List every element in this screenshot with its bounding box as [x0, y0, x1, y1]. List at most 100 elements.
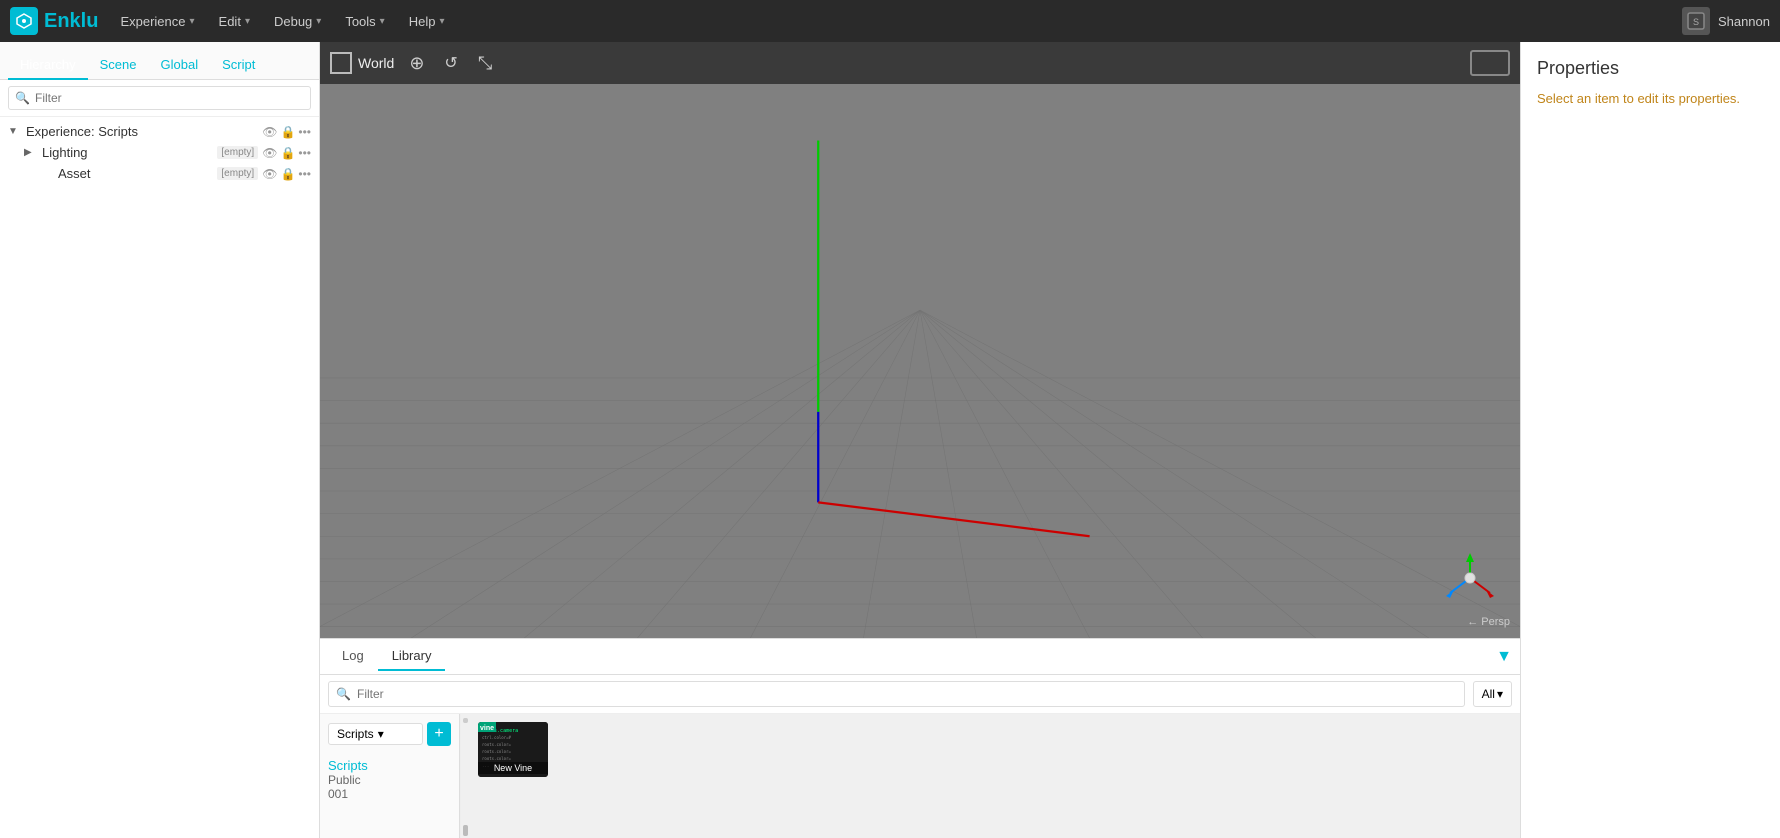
eye-icon[interactable]: 👁 — [262, 125, 277, 139]
tab-global[interactable]: Global — [149, 51, 211, 80]
aspect-ratio-button[interactable] — [1470, 50, 1510, 76]
hierarchy-filter-input[interactable] — [8, 86, 311, 110]
scene-svg — [320, 84, 1520, 638]
tab-hierarchy[interactable]: Hierarchy — [8, 51, 88, 80]
ellipsis-icon[interactable]: ••• — [298, 125, 311, 139]
menu-debug[interactable]: Debug ▾ — [264, 10, 331, 33]
bottom-filter-row: 🔍 All ▾ — [320, 675, 1520, 714]
tree-badge-asset: [empty] — [217, 167, 258, 180]
bottom-tabs: Log Library ▼ — [320, 639, 1520, 675]
rotate-tool-icon[interactable]: ↺ — [439, 50, 462, 76]
scripts-list: Scripts Public 001 — [320, 750, 459, 805]
hierarchy-tabs: Hierarchy Scene Global Script — [0, 42, 319, 80]
move-tool-icon[interactable]: ⊕ — [404, 50, 429, 77]
scripts-list-title: Scripts — [328, 758, 451, 773]
logo-icon — [10, 7, 38, 35]
app-logo: Enklu — [10, 7, 98, 35]
persp-label: ← Persp — [1467, 616, 1510, 628]
eye-icon[interactable]: 👁 — [262, 167, 277, 181]
main-layout: Hierarchy Scene Global Script 🔍 ▼ — [0, 42, 1780, 838]
ellipsis-icon[interactable]: ••• — [298, 146, 311, 160]
tab-log[interactable]: Log — [328, 642, 378, 671]
avatar: S — [1682, 7, 1710, 35]
assets-grid: focus.camera ctrl.color=# roots.color= r… — [470, 714, 1520, 838]
tree-arrow-down-icon: ▼ — [8, 126, 24, 137]
svg-text:roots.color=: roots.color= — [482, 756, 511, 761]
tree-label-asset: Asset — [58, 166, 217, 181]
svg-text:ctrl.color=#: ctrl.color=# — [482, 735, 511, 740]
scripts-header: Scripts ▾ + — [320, 718, 459, 750]
asset-thumb-label: New Vine — [478, 762, 548, 774]
svg-text:vine: vine — [480, 725, 494, 732]
tree-item-lighting[interactable]: ▶ Lighting [empty] 👁 🔒 ••• — [0, 142, 319, 163]
hierarchy-tree: ▼ Experience: Scripts 👁 🔒 ••• ▶ Lighting… — [0, 117, 319, 838]
edit-arrow-icon: ▾ — [245, 16, 250, 27]
properties-hint: Select an item to edit its properties. — [1537, 89, 1764, 109]
library-search-input[interactable] — [328, 681, 1465, 707]
menubar: Enklu Experience ▾ Edit ▾ Debug ▾ Tools … — [0, 0, 1780, 42]
ellipsis-icon[interactable]: ••• — [298, 167, 311, 181]
tree-label: Experience: Scripts — [26, 124, 262, 139]
lock-icon[interactable]: 🔒 — [280, 146, 295, 160]
properties-title: Properties — [1537, 58, 1764, 79]
tree-label-lighting: Lighting — [42, 145, 217, 160]
tree-arrow-placeholder: ▶ — [40, 168, 56, 179]
tree-icons: 👁 🔒 ••• — [262, 125, 311, 139]
bottom-panel-collapse-icon[interactable]: ▼ — [1496, 648, 1512, 666]
scene-canvas: ← Persp — [320, 84, 1520, 638]
tools-arrow-icon: ▾ — [380, 16, 385, 27]
scripts-scroll-thumb[interactable] — [463, 718, 468, 723]
tab-script[interactable]: Script — [210, 51, 267, 80]
tab-library[interactable]: Library — [378, 642, 446, 671]
user-section: S Shannon — [1682, 7, 1770, 35]
scripts-list-number: 001 — [328, 787, 451, 801]
axis-gizmo — [1440, 548, 1500, 608]
app-name: Enklu — [44, 10, 98, 33]
menu-edit[interactable]: Edit ▾ — [209, 10, 260, 33]
center-area: World ⊕ ↺ ⤡ — [320, 42, 1520, 838]
menu-help[interactable]: Help ▾ — [399, 10, 455, 33]
svg-text:S: S — [1693, 17, 1699, 27]
bottom-panel: Log Library ▼ 🔍 All ▾ — [320, 638, 1520, 838]
tree-icons-asset: 👁 🔒 ••• — [262, 167, 311, 181]
scripts-sidebar: Scripts ▾ + Scripts Public 001 — [320, 714, 460, 838]
tree-item-experience-scripts[interactable]: ▼ Experience: Scripts 👁 🔒 ••• — [0, 121, 319, 142]
scripts-dropdown-arrow-icon: ▾ — [378, 727, 384, 741]
eye-icon[interactable]: 👁 — [262, 146, 277, 160]
search-icon: 🔍 — [15, 91, 30, 105]
tab-scene[interactable]: Scene — [88, 51, 149, 80]
tree-arrow-right-icon: ▶ — [24, 147, 40, 158]
right-panel: Properties Select an item to edit its pr… — [1520, 42, 1780, 838]
lock-icon[interactable]: 🔒 — [280, 125, 295, 139]
svg-text:roots.color=: roots.color= — [482, 749, 511, 754]
world-button[interactable]: World — [330, 52, 394, 74]
world-label: World — [358, 55, 394, 71]
scale-tool-icon[interactable]: ⤡ — [473, 50, 497, 77]
menu-tools[interactable]: Tools ▾ — [335, 10, 394, 33]
scripts-add-button[interactable]: + — [427, 722, 451, 746]
asset-thumb: focus.camera ctrl.color=# roots.color= r… — [478, 722, 548, 777]
tree-badge-lighting: [empty] — [217, 146, 258, 159]
scripts-list-subtitle: Public — [328, 773, 451, 787]
viewport-toolbar: World ⊕ ↺ ⤡ — [320, 42, 1520, 84]
viewport: World ⊕ ↺ ⤡ — [320, 42, 1520, 638]
help-arrow-icon: ▾ — [439, 16, 444, 27]
tree-icons-lighting: 👁 🔒 ••• — [262, 146, 311, 160]
bottom-content: Scripts ▾ + Scripts Public 001 — [320, 714, 1520, 838]
scripts-scroll-thumb-2[interactable] — [463, 825, 468, 836]
tree-item-asset[interactable]: ▶ Asset [empty] 👁 🔒 ••• — [0, 163, 319, 184]
debug-arrow-icon: ▾ — [316, 16, 321, 27]
all-dropdown-arrow-icon: ▾ — [1497, 687, 1503, 701]
svg-text:roots.color=: roots.color= — [482, 742, 511, 747]
scripts-scrollbar[interactable] — [460, 714, 470, 838]
scripts-dropdown[interactable]: Scripts ▾ — [328, 723, 423, 745]
menu-experience[interactable]: Experience ▾ — [110, 10, 204, 33]
experience-arrow-icon: ▾ — [190, 16, 195, 27]
left-panel: Hierarchy Scene Global Script 🔍 ▼ — [0, 42, 320, 838]
all-filter-dropdown[interactable]: All ▾ — [1473, 681, 1512, 707]
user-name: Shannon — [1718, 14, 1770, 29]
lock-icon[interactable]: 🔒 — [280, 167, 295, 181]
library-search-icon: 🔍 — [336, 687, 351, 701]
world-square-icon — [330, 52, 352, 74]
asset-item-new-vine[interactable]: focus.camera ctrl.color=# roots.color= r… — [478, 722, 548, 777]
